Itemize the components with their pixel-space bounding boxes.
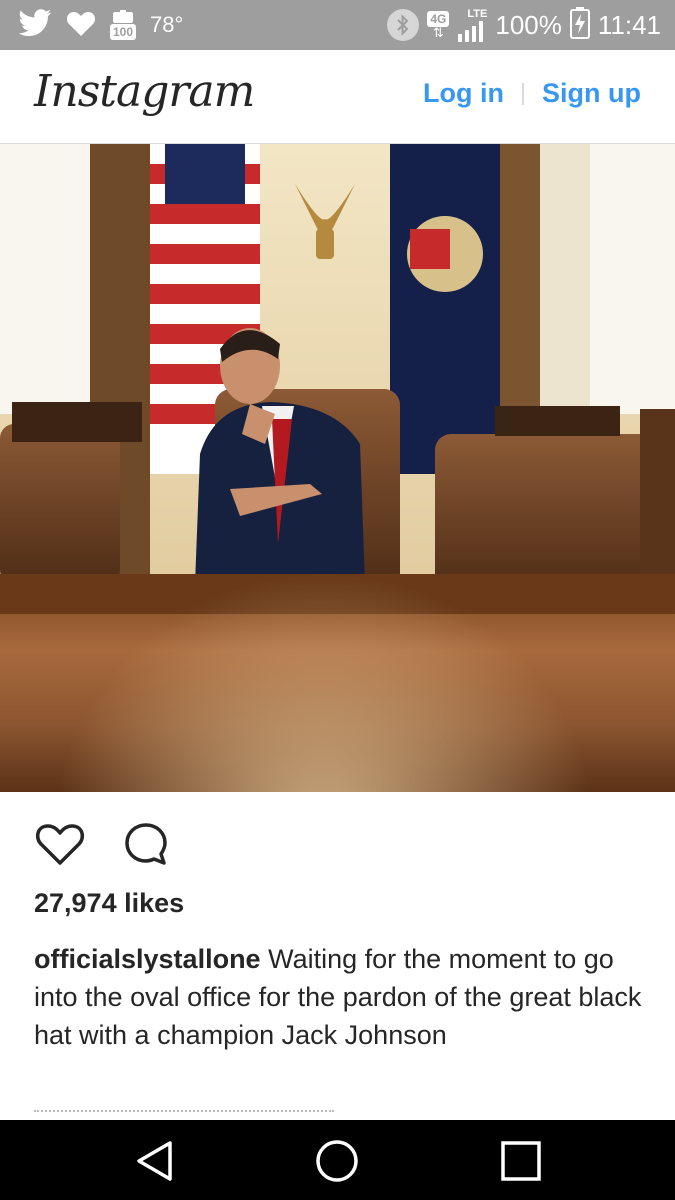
network-indicator: 4G ⇅	[427, 11, 450, 39]
post-caption: officialslystallone Waiting for the mome…	[34, 940, 644, 1054]
signal-icon: LTE	[457, 7, 488, 42]
android-nav-bar	[0, 1120, 675, 1200]
auth-divider	[522, 82, 525, 105]
auth-links: Log in Sign up	[423, 78, 641, 109]
back-icon[interactable]	[131, 1138, 177, 1184]
post-photo[interactable]	[0, 144, 675, 792]
caption-username[interactable]: officialslystallone	[34, 944, 261, 974]
like-heart-icon[interactable]	[34, 818, 86, 870]
likes-count[interactable]: 27,974 likes	[34, 888, 184, 919]
twitter-icon	[18, 8, 52, 42]
top-header: Instagram Log in Sign up	[0, 50, 675, 144]
comment-bubble-icon[interactable]	[120, 818, 172, 870]
login-link[interactable]: Log in	[423, 78, 504, 109]
clock: 11:41	[597, 9, 661, 40]
heart-icon	[66, 9, 96, 42]
battery-saver-label: 100	[110, 24, 137, 40]
status-bar: 100 78° 4G ⇅ LTE 100% 11:41	[0, 0, 675, 50]
recents-icon[interactable]	[498, 1138, 544, 1184]
battery-percent: 100%	[495, 9, 562, 40]
home-icon[interactable]	[314, 1138, 360, 1184]
instagram-logo[interactable]: Instagram	[34, 66, 255, 117]
bluetooth-icon	[387, 9, 420, 41]
battery-saver-icon: 100	[110, 10, 137, 40]
post-actions	[34, 818, 172, 870]
signup-link[interactable]: Sign up	[542, 78, 641, 109]
battery-charging-icon	[569, 6, 590, 44]
lte-label: LTE	[467, 7, 488, 20]
comments-divider	[34, 1110, 334, 1120]
temperature: 78°	[150, 12, 184, 37]
